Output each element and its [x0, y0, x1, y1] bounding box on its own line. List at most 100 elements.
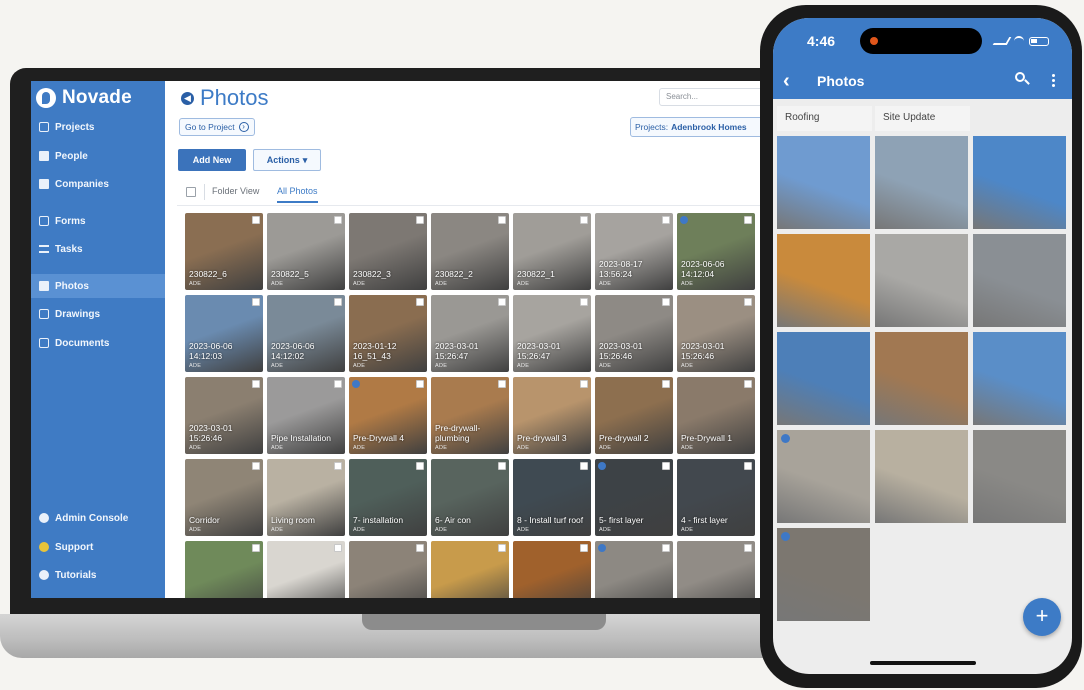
photo-select-checkbox[interactable] [416, 380, 424, 388]
photo-tile[interactable] [513, 541, 591, 598]
photo-tile[interactable]: 230822_1 ADE [513, 213, 591, 290]
photo-select-checkbox[interactable] [252, 298, 260, 306]
photo-tile[interactable]: Master [595, 541, 673, 598]
photo-select-checkbox[interactable] [252, 544, 260, 552]
photo-tile[interactable]: 8 - Install turf roof ADE [513, 459, 591, 536]
photo-tile[interactable]: 7- installation ADE [349, 459, 427, 536]
photo-select-checkbox[interactable] [662, 216, 670, 224]
photo-tile[interactable]: Pre-Drywall 4 ADE [349, 377, 427, 454]
photo-select-checkbox[interactable] [416, 544, 424, 552]
phone-photo-tile[interactable] [875, 136, 968, 229]
photo-tile[interactable]: Corridor ADE [185, 459, 263, 536]
photo-tile[interactable] [267, 541, 345, 598]
photo-tile[interactable]: 2023-03-01 15:26:47 ADE [431, 295, 509, 372]
photo-tile[interactable]: 2023-03-01 15:26:47 ADE [513, 295, 591, 372]
photo-select-checkbox[interactable] [744, 216, 752, 224]
photo-tile[interactable] [349, 541, 427, 598]
search-input[interactable]: Search... [659, 88, 761, 106]
photo-tile[interactable]: 2023-01-12 16_51_43 ADE [349, 295, 427, 372]
photo-select-checkbox[interactable] [334, 216, 342, 224]
photo-select-checkbox[interactable] [662, 544, 670, 552]
photo-tile[interactable]: 2023-03-01 15:26:46 ADE [185, 377, 263, 454]
photo-tile[interactable]: Pre-Drywall 1 ADE [677, 377, 755, 454]
more-vertical-icon[interactable] [1052, 74, 1055, 87]
photo-select-checkbox[interactable] [252, 216, 260, 224]
photo-tile[interactable]: 230822_2 ADE [431, 213, 509, 290]
tab-all-photos[interactable]: All Photos [277, 186, 318, 203]
photo-select-checkbox[interactable] [580, 216, 588, 224]
photo-select-checkbox[interactable] [662, 462, 670, 470]
photo-tile[interactable]: Pre-drywall 3 ADE [513, 377, 591, 454]
photo-tile[interactable] [431, 541, 509, 598]
projects-filter[interactable]: Projects: Adenbrook Homes [630, 117, 761, 137]
phone-photo-tile[interactable] [973, 136, 1066, 229]
phone-photo-tile[interactable] [777, 234, 870, 327]
actions-dropdown[interactable]: Actions ▾ [253, 149, 321, 171]
photo-tile[interactable]: 230822_5 ADE [267, 213, 345, 290]
photo-select-checkbox[interactable] [498, 544, 506, 552]
photo-select-checkbox[interactable] [580, 380, 588, 388]
sidebar-item-tasks[interactable]: Tasks [31, 237, 165, 261]
photo-select-checkbox[interactable] [744, 298, 752, 306]
photo-tile[interactable]: Pre-drywall-plumbing ADE [431, 377, 509, 454]
photo-select-checkbox[interactable] [498, 298, 506, 306]
sidebar-item-documents[interactable]: Documents [31, 331, 165, 355]
sidebar-item-admin-console[interactable]: Admin Console [31, 506, 165, 530]
phone-photo-tile[interactable] [973, 430, 1066, 523]
photo-tile[interactable]: Living room ADE [267, 459, 345, 536]
search-icon[interactable] [1015, 72, 1030, 86]
photo-tile[interactable]: 230822_6 ADE [185, 213, 263, 290]
photo-select-checkbox[interactable] [334, 298, 342, 306]
back-chevron-icon[interactable]: ‹ [783, 70, 790, 93]
sidebar-item-drawings[interactable]: Drawings [31, 302, 165, 326]
photo-tile[interactable]: 2023-08-17 13:56:24 ADE [595, 213, 673, 290]
folder-roofing[interactable]: Roofing [777, 106, 872, 131]
sidebar-item-companies[interactable]: Companies [31, 172, 165, 196]
photo-select-checkbox[interactable] [416, 216, 424, 224]
photo-tile[interactable]: 4 - first layer ADE [677, 459, 755, 536]
photo-select-checkbox[interactable] [416, 298, 424, 306]
photo-tile[interactable]: Pipe Installation ADE [267, 377, 345, 454]
photo-tile[interactable]: 5- first layer ADE [595, 459, 673, 536]
photo-select-checkbox[interactable] [498, 216, 506, 224]
photo-select-checkbox[interactable] [498, 380, 506, 388]
photo-select-checkbox[interactable] [580, 462, 588, 470]
photo-select-checkbox[interactable] [252, 462, 260, 470]
photo-tile[interactable]: Living room [677, 541, 755, 598]
photo-select-checkbox[interactable] [744, 544, 752, 552]
select-all-checkbox[interactable] [186, 187, 196, 197]
photo-select-checkbox[interactable] [252, 380, 260, 388]
add-photo-fab[interactable]: + [1023, 598, 1061, 636]
phone-photo-tile[interactable] [777, 528, 870, 621]
phone-photo-tile[interactable] [777, 136, 870, 229]
photo-tile[interactable]: 6- Air con ADE [431, 459, 509, 536]
photo-tile[interactable]: 2023-06-06 14:12:04 ADE [677, 213, 755, 290]
photo-select-checkbox[interactable] [744, 380, 752, 388]
photo-tile[interactable]: 2023-06-06 14:12:02 ADE [267, 295, 345, 372]
sidebar-item-projects[interactable]: Projects [31, 115, 165, 139]
add-new-button[interactable]: Add New [178, 149, 246, 171]
photo-tile[interactable]: 2023-06-06 14:12:03 ADE [185, 295, 263, 372]
phone-photo-tile[interactable] [875, 332, 968, 425]
brand[interactable]: Novade [36, 86, 132, 110]
go-to-project-button[interactable]: Go to Project › [179, 118, 255, 136]
photo-tile[interactable] [185, 541, 263, 598]
sidebar-item-people[interactable]: People [31, 144, 165, 168]
phone-photo-tile[interactable] [875, 234, 968, 327]
photo-tile[interactable]: 230822_3 ADE [349, 213, 427, 290]
photo-select-checkbox[interactable] [416, 462, 424, 470]
phone-photo-tile[interactable] [875, 430, 968, 523]
photo-tile[interactable]: 2023-03-01 15:26:46 ADE [677, 295, 755, 372]
sidebar-item-support[interactable]: Support [31, 535, 165, 559]
photo-select-checkbox[interactable] [334, 462, 342, 470]
phone-photo-tile[interactable] [777, 332, 870, 425]
sidebar-item-tutorials[interactable]: Tutorials [31, 563, 165, 587]
folder-site-update[interactable]: Site Update [875, 106, 970, 131]
photo-select-checkbox[interactable] [334, 380, 342, 388]
photo-select-checkbox[interactable] [498, 462, 506, 470]
back-arrow-icon[interactable]: ◀ [181, 91, 194, 105]
phone-photo-tile[interactable] [973, 234, 1066, 327]
photo-tile[interactable]: 2023-03-01 15:26:46 ADE [595, 295, 673, 372]
sidebar-item-forms[interactable]: Forms [31, 209, 165, 233]
photo-select-checkbox[interactable] [580, 544, 588, 552]
